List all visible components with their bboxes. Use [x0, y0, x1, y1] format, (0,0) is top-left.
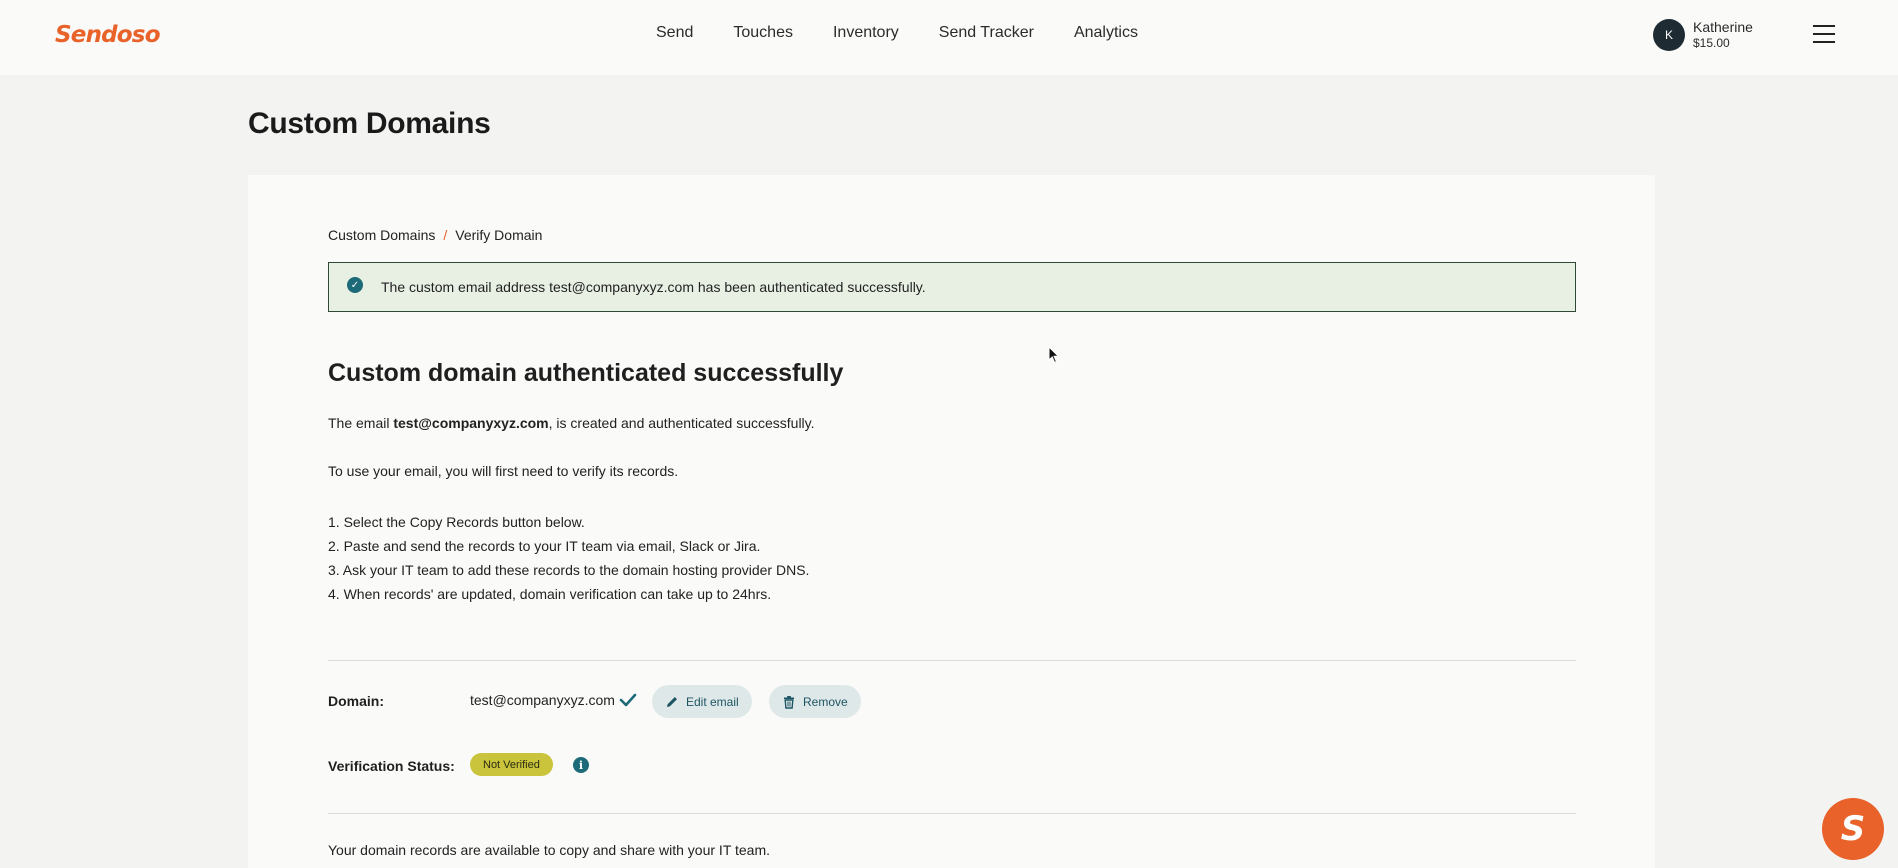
verification-status-label: Verification Status: — [328, 758, 455, 774]
success-heading: Custom domain authenticated successfully — [328, 359, 844, 387]
user-balance: $15.00 — [1693, 36, 1730, 50]
intro-email: test@companyxyz.com — [393, 415, 549, 431]
check-circle-icon: ✓ — [347, 277, 363, 293]
edit-email-button[interactable]: Edit email — [652, 685, 752, 718]
steps-list: 1. Select the Copy Records button below.… — [328, 510, 809, 606]
page-title: Custom Domains — [248, 107, 491, 140]
info-icon[interactable]: i — [573, 757, 589, 773]
pencil-icon — [667, 696, 677, 707]
hamburger-menu-icon[interactable] — [1813, 25, 1835, 43]
remove-button[interactable]: Remove — [769, 685, 861, 718]
verify-instructions: To use your email, you will first need t… — [328, 463, 679, 479]
step-item: 1. Select the Copy Records button below. — [328, 514, 585, 530]
checkmark-icon — [619, 693, 637, 707]
sendoso-logo[interactable]: Sendoso — [55, 22, 161, 48]
alert-message: The custom email address test@companyxyz… — [381, 279, 926, 295]
sendoso-s-icon: S — [1840, 809, 1866, 849]
nav-send[interactable]: Send — [656, 24, 693, 42]
records-text: Your domain records are available to cop… — [328, 842, 771, 858]
breadcrumb: Custom Domains / Verify Domain — [328, 227, 542, 243]
step-item: 3. Ask your IT team to add these records… — [328, 562, 810, 578]
avatar: K — [1653, 19, 1685, 51]
domain-value: test@companyxyz.com — [470, 692, 637, 708]
nav-send-tracker[interactable]: Send Tracker — [939, 24, 1034, 42]
verify-domain-card: Custom Domains / Verify Domain ✓ The cus… — [248, 175, 1655, 868]
divider — [328, 813, 1576, 814]
breadcrumb-separator: / — [443, 227, 448, 243]
breadcrumb-verify-domain: Verify Domain — [455, 227, 543, 243]
breadcrumb-custom-domains[interactable]: Custom Domains — [328, 227, 435, 243]
user-name: Katherine — [1693, 19, 1753, 35]
success-alert: ✓ The custom email address test@companyx… — [328, 262, 1576, 312]
user-menu[interactable]: K Katherine $15.00 — [1653, 19, 1753, 51]
domain-label: Domain: — [328, 693, 384, 709]
mouse-cursor-icon — [1048, 346, 1060, 364]
top-navigation-bar: Sendoso Send Touches Inventory Send Trac… — [0, 0, 1898, 75]
divider — [328, 660, 1576, 661]
domain-email: test@companyxyz.com — [470, 692, 615, 708]
intro-text: The email test@companyxyz.com, is create… — [328, 415, 815, 431]
main-nav: Send Touches Inventory Send Tracker Anal… — [656, 24, 1138, 42]
nav-analytics[interactable]: Analytics — [1074, 24, 1138, 42]
step-item: 4. When records' are updated, domain ver… — [328, 586, 772, 602]
status-badge: Not Verified — [470, 753, 553, 776]
step-item: 2. Paste and send the records to your IT… — [328, 538, 761, 554]
nav-touches[interactable]: Touches — [733, 24, 793, 42]
sendoso-chat-button[interactable]: S — [1822, 798, 1884, 860]
trash-icon — [784, 695, 794, 709]
nav-inventory[interactable]: Inventory — [833, 24, 899, 42]
